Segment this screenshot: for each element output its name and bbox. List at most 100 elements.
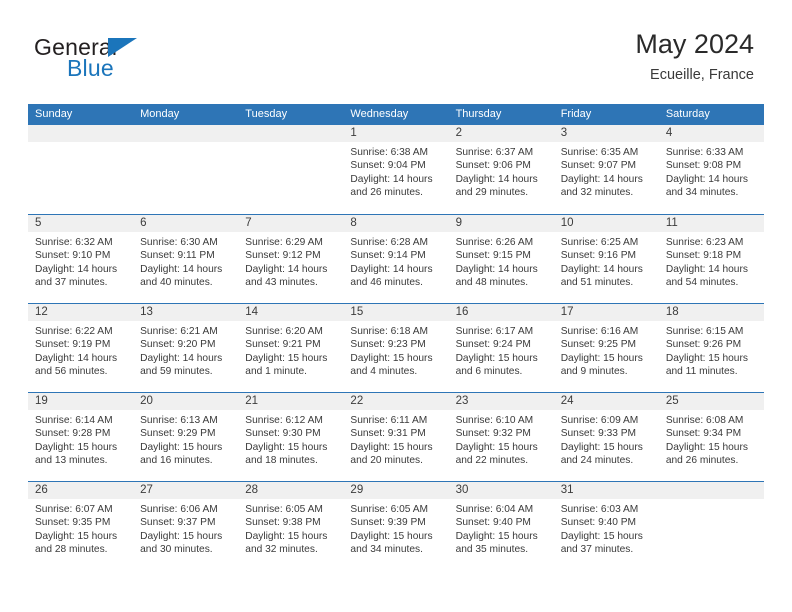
calendar-day-cell-empty [238,125,344,214]
day-details: Sunrise: 6:12 AM Sunset: 9:30 PM Daylight:… [238,410,343,468]
day-number-band: 11 [658,215,764,232]
day-details: Sunrise: 6:28 AM Sunset: 9:14 PM Daylight:… [343,232,448,290]
daylight-text: Daylight: 15 hours and 18 minutes. [245,441,328,467]
day-number-band: 16 [448,304,554,321]
sunset-text: Sunset: 9:31 PM [350,428,426,440]
calendar-day-cell[interactable]: 25 Sunrise: 6:08 AM Sunset: 9:34 PM Dayligh… [658,393,764,481]
day-number-band: 5 [28,215,134,232]
calendar-day-cell[interactable]: 29 Sunrise: 6:05 AM Sunset: 9:39 PM Dayligh… [343,482,449,570]
sunset-text: Sunset: 9:19 PM [35,339,111,351]
day-number: 26 [35,484,48,496]
calendar-day-cell[interactable]: 19 Sunrise: 6:14 AM Sunset: 9:28 PM Dayligh… [28,393,134,481]
day-number-band: 19 [28,393,134,410]
calendar-day-cell[interactable]: 2 Sunrise: 6:37 AM Sunset: 9:06 PM Daylight… [448,125,554,214]
calendar-day-cell[interactable]: 4 Sunrise: 6:33 AM Sunset: 9:08 PM Daylight… [658,125,764,214]
calendar-day-cell[interactable]: 10 Sunrise: 6:25 AM Sunset: 9:16 PM Dayligh… [553,215,659,303]
dow-thursday: Thursday [455,108,502,120]
sunrise-text: Sunrise: 6:03 AM [560,504,639,515]
day-details: Sunrise: 6:22 AM Sunset: 9:19 PM Daylight:… [28,321,133,379]
day-details: Sunrise: 6:05 AM Sunset: 9:38 PM Daylight:… [238,499,343,557]
calendar-day-cell[interactable]: 30 Sunrise: 6:04 AM Sunset: 9:40 PM Dayligh… [448,482,554,570]
day-number-band: 6 [133,215,239,232]
brand-logo[interactable]: General Blue [34,34,264,90]
day-number-band: 30 [448,482,554,499]
daylight-text: Daylight: 14 hours and 46 minutes. [350,263,433,289]
day-number-band: 22 [343,393,449,410]
day-number-band: 29 [343,482,449,499]
calendar-day-cell[interactable]: 9 Sunrise: 6:26 AM Sunset: 9:15 PM Daylight… [448,215,554,303]
calendar-day-cell[interactable]: 20 Sunrise: 6:13 AM Sunset: 9:29 PM Dayligh… [133,393,239,481]
calendar-day-cell[interactable]: 18 Sunrise: 6:15 AM Sunset: 9:26 PM Dayligh… [658,304,764,392]
day-number: 6 [140,217,147,229]
day-details: Sunrise: 6:13 AM Sunset: 9:29 PM Daylight:… [133,410,238,468]
day-details: Sunrise: 6:26 AM Sunset: 9:15 PM Daylight:… [449,232,554,290]
calendar-day-cell[interactable]: 27 Sunrise: 6:06 AM Sunset: 9:37 PM Dayligh… [133,482,239,570]
calendar-weeks: 1 Sunrise: 6:38 AM Sunset: 9:04 PM Daylight… [28,125,764,570]
calendar-day-cell[interactable]: 14 Sunrise: 6:20 AM Sunset: 9:21 PM Dayligh… [238,304,344,392]
calendar-day-cell[interactable]: 15 Sunrise: 6:18 AM Sunset: 9:23 PM Dayligh… [343,304,449,392]
calendar-day-cell[interactable]: 21 Sunrise: 6:12 AM Sunset: 9:30 PM Dayligh… [238,393,344,481]
calendar-day-cell[interactable]: 31 Sunrise: 6:03 AM Sunset: 9:40 PM Dayligh… [553,482,659,570]
calendar-day-cell[interactable]: 5 Sunrise: 6:32 AM Sunset: 9:10 PM Daylight… [28,215,134,303]
calendar-day-cell[interactable]: 22 Sunrise: 6:11 AM Sunset: 9:31 PM Dayligh… [343,393,449,481]
day-number: 3 [560,127,568,139]
calendar-day-cell[interactable]: 11 Sunrise: 6:23 AM Sunset: 9:18 PM Dayligh… [658,215,764,303]
day-number-band: 4 [658,125,764,142]
day-number: 13 [140,306,153,318]
daylight-text: Daylight: 15 hours and 1 minute. [245,352,328,378]
sunset-text: Sunset: 9:15 PM [455,250,531,262]
day-details: Sunrise: 6:18 AM Sunset: 9:23 PM Daylight:… [343,321,448,379]
day-number: 11 [665,217,678,229]
calendar-day-cell[interactable]: 24 Sunrise: 6:09 AM Sunset: 9:33 PM Dayligh… [553,393,659,481]
sunrise-text: Sunrise: 6:09 AM [560,415,639,426]
day-number: 17 [560,306,574,318]
calendar-week-row: 5 Sunrise: 6:32 AM Sunset: 9:10 PM Daylight… [28,214,764,303]
daylight-text: Daylight: 14 hours and 37 minutes. [35,263,118,289]
calendar-day-cell[interactable]: 8 Sunrise: 6:28 AM Sunset: 9:14 PM Daylight… [343,215,449,303]
calendar-day-cell[interactable]: 7 Sunrise: 6:29 AM Sunset: 9:12 PM Daylight… [238,215,344,303]
day-number: 21 [245,395,259,407]
day-details: Sunrise: 6:17 AM Sunset: 9:24 PM Daylight:… [449,321,554,379]
day-number-band: 18 [658,304,764,321]
sunrise-text: Sunrise: 6:25 AM [560,237,639,248]
calendar-page: General Blue May 2024 Ecueille, France S… [0,0,792,612]
calendar-day-cell[interactable]: 1 Sunrise: 6:38 AM Sunset: 9:04 PM Daylight… [343,125,449,214]
daylight-text: Daylight: 15 hours and 16 minutes. [140,441,223,467]
daylight-text: Daylight: 15 hours and 37 minutes. [560,530,643,556]
calendar-day-cell[interactable]: 6 Sunrise: 6:30 AM Sunset: 9:11 PM Daylight… [133,215,239,303]
day-details: Sunrise: 6:29 AM Sunset: 9:12 PM Daylight:… [238,232,343,290]
day-details: Sunrise: 6:23 AM Sunset: 9:18 PM Daylight:… [659,232,764,290]
dow-sunday: Sunday [35,108,73,120]
sunrise-text: Sunrise: 6:12 AM [245,415,323,426]
sunrise-text: Sunrise: 6:22 AM [35,326,113,337]
day-details: Sunrise: 6:32 AM Sunset: 9:10 PM Daylight:… [28,232,133,290]
daylight-text: Daylight: 15 hours and 4 minutes. [350,352,433,378]
calendar-day-cell[interactable]: 17 Sunrise: 6:16 AM Sunset: 9:25 PM Dayligh… [553,304,659,392]
calendar-day-cell[interactable]: 13 Sunrise: 6:21 AM Sunset: 9:20 PM Dayligh… [133,304,239,392]
calendar-day-cell[interactable]: 23 Sunrise: 6:10 AM Sunset: 9:32 PM Dayligh… [448,393,554,481]
day-details: Sunrise: 6:38 AM Sunset: 9:04 PM Daylight:… [343,142,448,200]
calendar-day-cell[interactable]: 26 Sunrise: 6:07 AM Sunset: 9:35 PM Dayligh… [28,482,134,570]
sunrise-text: Sunrise: 6:28 AM [350,237,429,248]
sunrise-text: Sunrise: 6:07 AM [35,504,113,515]
sunrise-text: Sunrise: 6:21 AM [140,326,218,337]
day-details: Sunrise: 6:37 AM Sunset: 9:06 PM Daylight:… [449,142,554,200]
sunrise-text: Sunrise: 6:20 AM [245,326,323,337]
day-number-band: 31 [553,482,659,499]
sunset-text: Sunset: 9:20 PM [140,339,216,351]
day-number-band: 14 [238,304,344,321]
day-number: 24 [560,395,574,407]
calendar-day-cell[interactable]: 3 Sunrise: 6:35 AM Sunset: 9:07 PM Daylight… [553,125,659,214]
day-details: Sunrise: 6:10 AM Sunset: 9:32 PM Daylight:… [449,410,554,468]
dow-friday: Friday [560,108,592,120]
dow-tuesday: Tuesday [245,108,288,120]
daylight-text: Daylight: 14 hours and 56 minutes. [35,352,118,378]
day-details: Sunrise: 6:30 AM Sunset: 9:11 PM Daylight:… [133,232,238,290]
calendar-day-cell[interactable]: 16 Sunrise: 6:17 AM Sunset: 9:24 PM Dayligh… [448,304,554,392]
daylight-text: Daylight: 14 hours and 54 minutes. [665,263,748,289]
day-number: 23 [455,395,469,407]
calendar-day-cell[interactable]: 28 Sunrise: 6:05 AM Sunset: 9:38 PM Dayligh… [238,482,344,570]
calendar-day-cell[interactable]: 12 Sunrise: 6:22 AM Sunset: 9:19 PM Dayligh… [28,304,134,392]
daylight-text: Daylight: 14 hours and 40 minutes. [140,263,223,289]
daylight-text: Daylight: 14 hours and 59 minutes. [140,352,223,378]
